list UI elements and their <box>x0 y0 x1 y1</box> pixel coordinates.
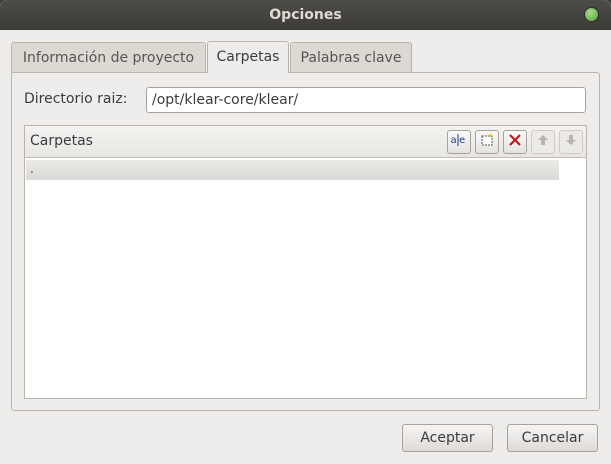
root-directory-label: Directorio raiz: <box>24 91 128 107</box>
root-directory-input[interactable] <box>146 87 586 113</box>
tab-label: Carpetas <box>216 49 280 65</box>
new-folder-icon <box>479 132 495 152</box>
svg-text:e: e <box>459 135 465 146</box>
folders-list-title: Carpetas <box>30 133 93 149</box>
svg-text:a: a <box>451 135 457 146</box>
rename-button[interactable]: a e <box>447 130 471 154</box>
delete-button[interactable] <box>503 130 527 154</box>
title-bar[interactable]: Opciones <box>0 0 611 30</box>
folders-list-panel: Carpetas a e . <box>24 125 587 399</box>
accept-button[interactable]: Aceptar <box>402 424 493 452</box>
tab-folders[interactable]: Carpetas <box>207 41 289 73</box>
options-dialog: Opciones Información de proyecto Carpeta… <box>0 0 611 464</box>
folder-list-item[interactable]: . <box>26 160 559 180</box>
tab-keywords[interactable]: Palabras clave <box>290 42 412 72</box>
delete-icon <box>507 132 523 152</box>
tab-project-info[interactable]: Información de proyecto <box>11 42 206 72</box>
window-control-button[interactable] <box>584 7 599 22</box>
move-up-icon <box>536 133 550 151</box>
move-down-icon <box>564 133 578 151</box>
move-up-button[interactable] <box>531 130 555 154</box>
window-title: Opciones <box>269 7 342 23</box>
move-down-button[interactable] <box>559 130 583 154</box>
folders-list-header: Carpetas a e <box>25 126 586 158</box>
tab-label: Palabras clave <box>300 50 402 66</box>
tab-label: Información de proyecto <box>22 50 195 66</box>
rename-icon: a e <box>450 132 468 152</box>
cancel-button[interactable]: Cancelar <box>507 424 598 452</box>
new-folder-button[interactable] <box>475 130 499 154</box>
